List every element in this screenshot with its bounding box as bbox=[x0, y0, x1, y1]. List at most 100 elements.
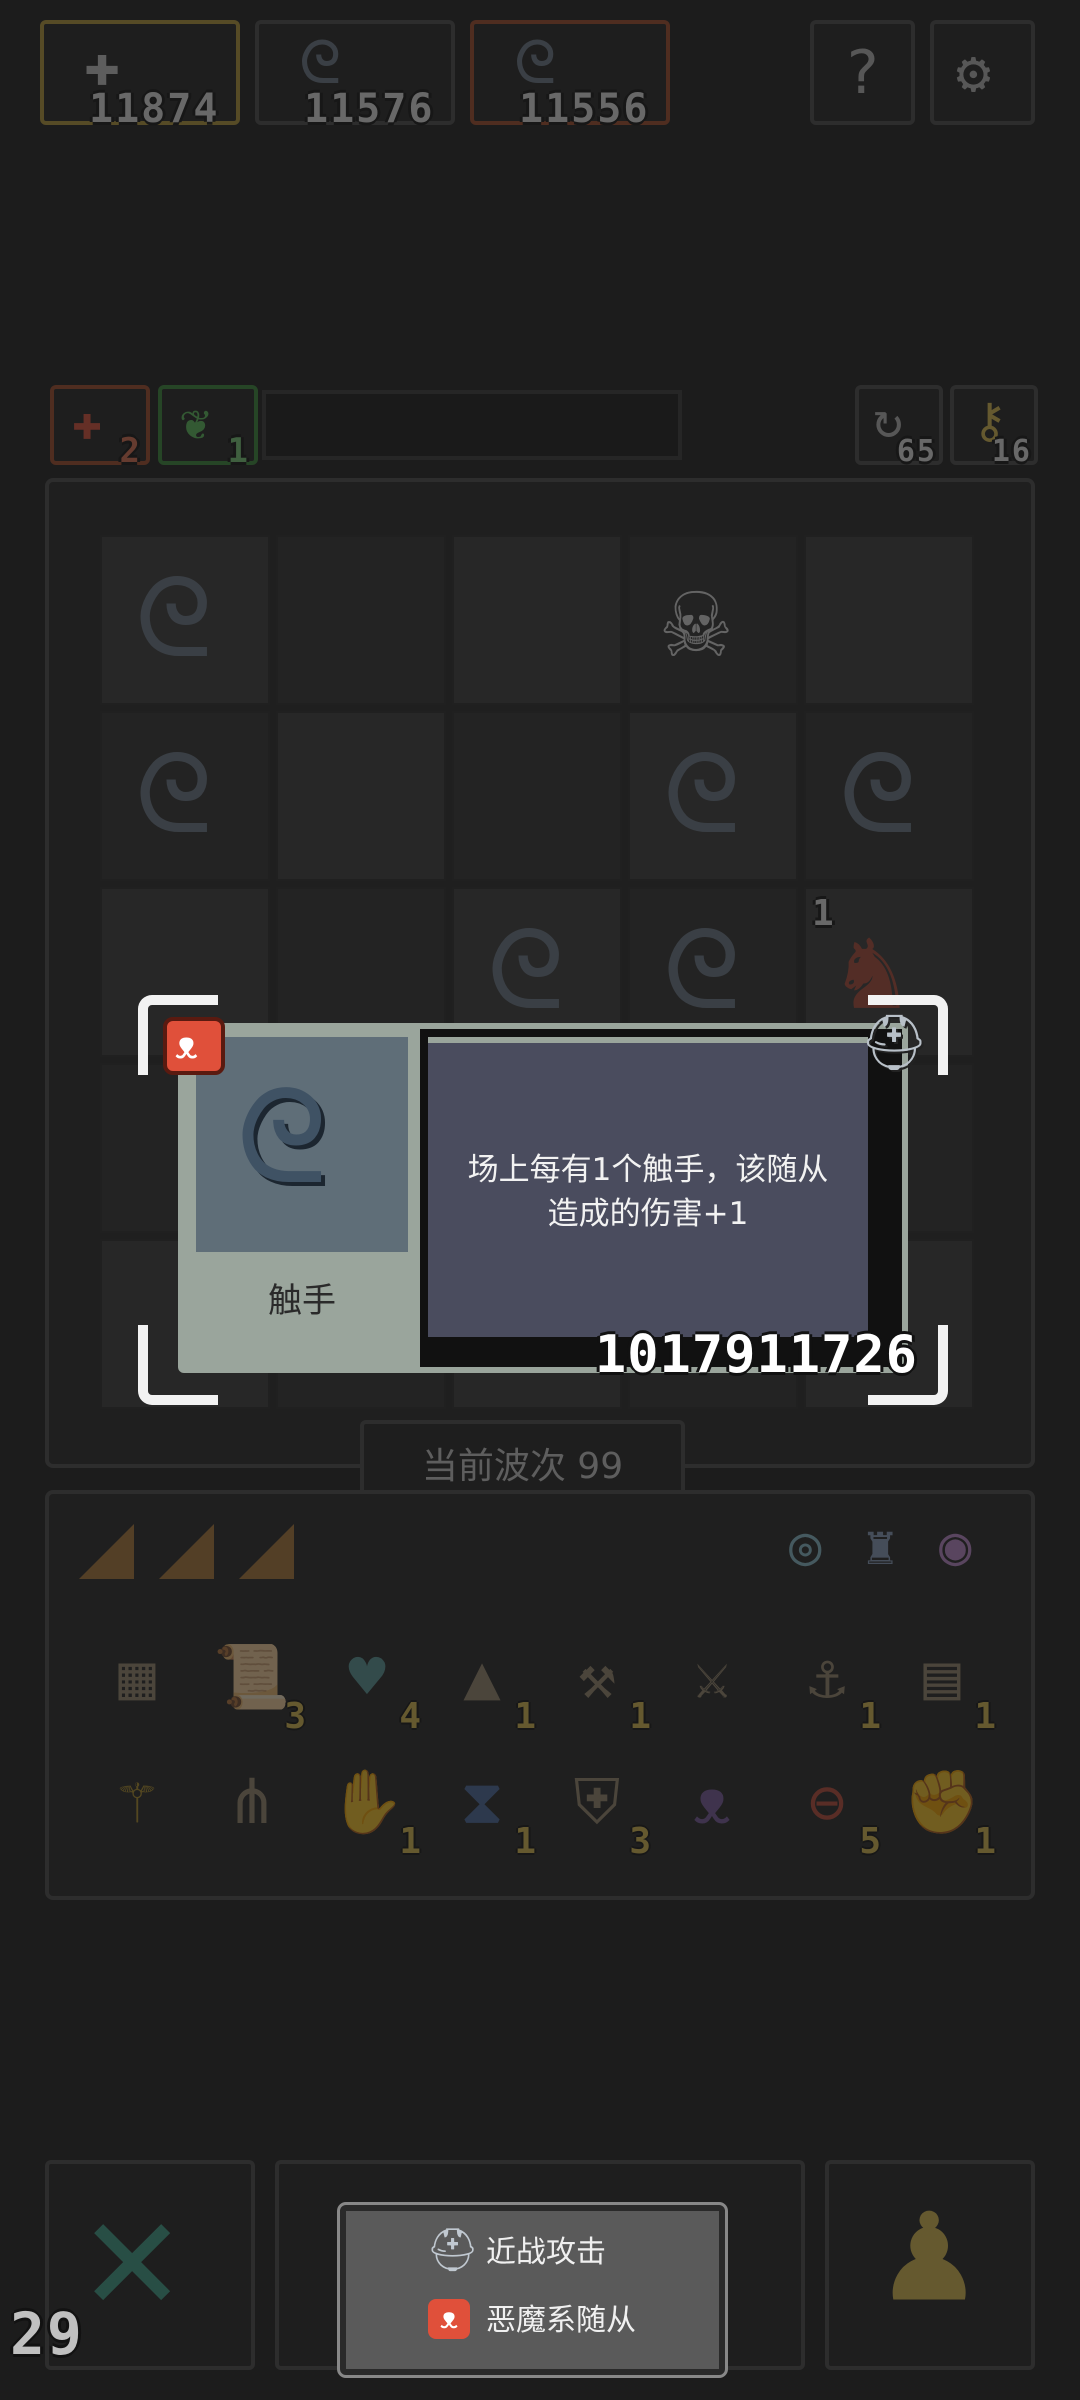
item-count: 1 bbox=[974, 1821, 996, 1862]
unit-info-popup[interactable]: ᘓ 触手 场上每有1个触手，该随从 造成的伤害+1 ᴥ ⛑ 1017911726 bbox=[138, 995, 948, 1405]
inventory-item[interactable]: ▤ 1 bbox=[894, 1629, 996, 1735]
board-cell[interactable] bbox=[804, 535, 974, 705]
tentacle-icon[interactable]: ᘓ bbox=[135, 563, 212, 673]
inventory-item[interactable]: ⚓ 1 bbox=[779, 1629, 881, 1735]
inventory-item[interactable]: ▲ 1 bbox=[434, 1629, 536, 1735]
demon-faction-badge: ᴥ bbox=[163, 1017, 225, 1075]
badge-value: 65 bbox=[896, 434, 937, 469]
stat-slot-3[interactable]: ᘓ 11556 bbox=[470, 20, 670, 132]
refresh-button[interactable]: ↻ 65 bbox=[855, 385, 943, 469]
unit-card: ᘓ 触手 场上每有1个触手，该随从 造成的伤害+1 bbox=[178, 1023, 908, 1373]
top-stats-bar: ✚ 11874 ᘓ 11576 ᘓ 11556 bbox=[40, 20, 680, 132]
stat-slot-2[interactable]: ᘓ 11576 bbox=[255, 20, 455, 132]
sword-icon: ⚔ bbox=[693, 1640, 731, 1713]
close-icon: ✕ bbox=[84, 2160, 181, 2347]
demon-count-badge[interactable]: ✚ 2 bbox=[50, 385, 150, 471]
demon-icon: ✚ bbox=[72, 393, 103, 451]
demon-faction-icon: ᴥ bbox=[175, 1023, 198, 1067]
inventory-item[interactable]: 📜 3 bbox=[204, 1629, 306, 1735]
scroll-icon: 📜 bbox=[213, 1640, 291, 1713]
item-count: 4 bbox=[399, 1696, 421, 1737]
description-line-2: 造成的伤害+1 bbox=[547, 1196, 749, 1232]
cloak-icon: ▲ bbox=[463, 1640, 501, 1713]
melee-helmet-icon: ⛑ bbox=[426, 2225, 480, 2274]
fist-icon: ✊ bbox=[903, 1765, 981, 1838]
item-count: 3 bbox=[284, 1696, 306, 1737]
inventory-item[interactable]: ♥ 4 bbox=[319, 1629, 421, 1735]
unit-name: 触手 bbox=[268, 1281, 336, 1321]
inventory-items: ▦ 📜 3 ♥ 4 ▲ 1 ⚒ 1 ⚔ ⚓ 1 ▤ 1 ⚚ ⋔ ✋ 1 ⧗ 1 ⛨ 3 ᴥ ⊖ 5 ✊ 1 bbox=[79, 1609, 1009, 1879]
unit-level: 1 bbox=[812, 893, 836, 934]
armor-icon[interactable]: ♜ bbox=[864, 1514, 897, 1577]
item-count: 5 bbox=[859, 1821, 881, 1862]
item-count: 3 bbox=[629, 1821, 651, 1862]
item-count: 1 bbox=[399, 1821, 421, 1862]
tentacle-icon[interactable]: ᘓ bbox=[839, 739, 916, 849]
stat-slot-1[interactable]: ✚ 11874 bbox=[40, 20, 240, 132]
leaf-icon: ❦ bbox=[180, 393, 211, 451]
inventory-item[interactable]: ⊖ 5 bbox=[779, 1754, 881, 1860]
heart-icon: ♥ bbox=[348, 1640, 386, 1713]
help-button[interactable]: ? bbox=[810, 20, 915, 125]
item-count: 1 bbox=[514, 1696, 536, 1737]
board-cell[interactable] bbox=[276, 711, 446, 881]
key-button[interactable]: ⚷ 16 bbox=[950, 385, 1038, 469]
inventory-tabs bbox=[79, 1524, 339, 1594]
map-icon: ▤ bbox=[923, 1640, 961, 1713]
board-cell[interactable] bbox=[452, 711, 622, 881]
inventory-item[interactable]: ✊ 1 bbox=[894, 1754, 996, 1860]
axe-icon: ⚒ bbox=[578, 1640, 616, 1713]
stat-value: 11556 bbox=[519, 86, 650, 132]
tab-1[interactable] bbox=[79, 1524, 134, 1579]
status-progress-bar bbox=[262, 390, 682, 460]
inventory-item[interactable]: ⋔ bbox=[204, 1754, 300, 1850]
inventory-panel: ◎ ♜ ◉ ▦ 📜 3 ♥ 4 ▲ 1 ⚒ 1 ⚔ ⚓ 1 ▤ 1 ⚚ ⋔ ✋ 1 ⧗ 1 ⛨ 3 ᴥ ⊖ 5 ✊ 1 bbox=[45, 1490, 1035, 1900]
inventory-item[interactable]: ▦ bbox=[89, 1629, 185, 1725]
inventory-item[interactable]: ⚚ bbox=[89, 1754, 185, 1850]
item-count: 1 bbox=[629, 1696, 651, 1737]
settings-icon: ⚙ bbox=[956, 38, 991, 106]
unit-portrait: ᘓ bbox=[196, 1037, 408, 1252]
pawn-button[interactable]: ♟ bbox=[825, 2160, 1035, 2370]
item-count: 1 bbox=[859, 1696, 881, 1737]
amulet-icon[interactable]: ◉ bbox=[939, 1514, 972, 1577]
legend-demon-label: 恶魔系随从 bbox=[486, 2303, 636, 2338]
stat-value: 11874 bbox=[89, 86, 220, 132]
settings-button[interactable]: ⚙ bbox=[930, 20, 1035, 125]
inventory-item[interactable]: ✋ 1 bbox=[319, 1754, 421, 1860]
board-cell[interactable] bbox=[452, 535, 622, 705]
inventory-item[interactable]: ⚒ 1 bbox=[549, 1629, 651, 1735]
bottom-counter: 29 bbox=[10, 2300, 84, 2368]
anchor-icon: ⚓ bbox=[808, 1640, 846, 1713]
inventory-filters: ◎ ♜ ◉ bbox=[789, 1514, 1009, 1584]
wand-icon: ⚚ bbox=[118, 1765, 156, 1838]
demon-faction-icon: ᴥ bbox=[428, 2299, 470, 2339]
orb-icon: ⊖ bbox=[808, 1765, 846, 1838]
claws-icon: ⋔ bbox=[226, 1765, 278, 1838]
unit-id-number: 1017911726 bbox=[594, 1325, 918, 1385]
inventory-item[interactable]: ⧗ 1 bbox=[434, 1754, 536, 1860]
ring-icon[interactable]: ◎ bbox=[789, 1514, 822, 1577]
stat-value: 11576 bbox=[304, 86, 435, 132]
skeleton-icon[interactable]: ☠ bbox=[663, 563, 729, 673]
legend-melee-label: 近战攻击 bbox=[486, 2235, 606, 2270]
tab-3[interactable] bbox=[239, 1524, 294, 1579]
badge-value: 16 bbox=[991, 434, 1032, 469]
hourglass-icon: ⧗ bbox=[460, 1765, 504, 1838]
tentacle-icon[interactable]: ᘓ bbox=[663, 739, 740, 849]
tentacle-icon[interactable]: ᘓ bbox=[135, 739, 212, 849]
inventory-item[interactable]: ⚔ bbox=[664, 1629, 760, 1725]
tab-2[interactable] bbox=[159, 1524, 214, 1579]
item-count: 1 bbox=[514, 1821, 536, 1862]
gauntlet-icon: ✋ bbox=[328, 1765, 406, 1838]
inventory-item[interactable]: ᴥ bbox=[664, 1754, 760, 1850]
leaf-count-badge[interactable]: ❦ 1 bbox=[158, 385, 258, 471]
melee-helmet-icon: ⛑ bbox=[860, 1011, 929, 1074]
description-line-1: 场上每有1个触手，该随从 bbox=[467, 1152, 829, 1188]
item-count: 1 bbox=[974, 1696, 996, 1737]
pawn-icon: ♟ bbox=[884, 2162, 975, 2336]
melee-attack-badge: ⛑ bbox=[856, 1011, 929, 1079]
inventory-item[interactable]: ⛨ 3 bbox=[549, 1754, 651, 1860]
board-cell[interactable] bbox=[276, 535, 446, 705]
unit-description-panel: 场上每有1个触手，该随从 造成的伤害+1 bbox=[428, 1037, 868, 1337]
